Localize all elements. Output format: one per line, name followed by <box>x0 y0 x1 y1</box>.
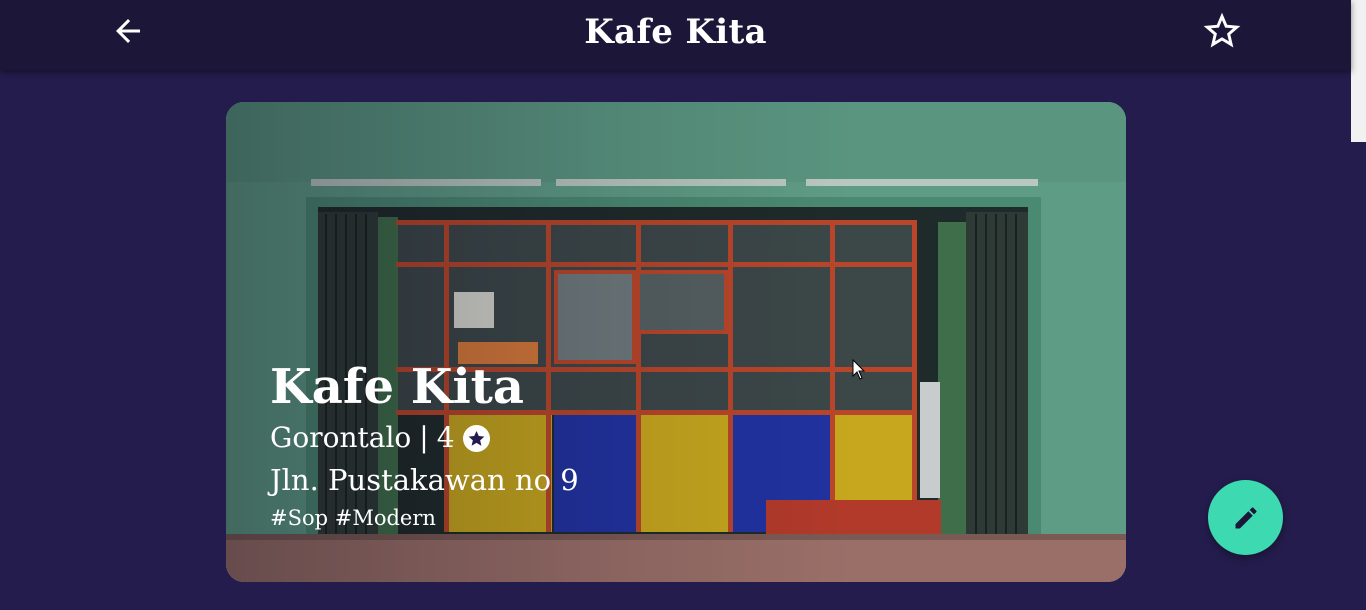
app-bar: Kafe Kita <box>0 0 1351 70</box>
scrollbar-thumb[interactable] <box>1351 0 1366 142</box>
place-tags: #Sop #Modern <box>270 506 436 530</box>
place-city: Gorontalo <box>270 421 412 454</box>
edit-button[interactable] <box>1208 480 1283 555</box>
meta-separator: | <box>419 421 429 454</box>
place-rating: 4 <box>436 421 455 454</box>
star-circle-icon <box>462 424 490 452</box>
star-outline-icon <box>1203 12 1241 48</box>
place-info: Kafe Kita Gorontalo | 4 Jln. Pustakawan … <box>270 357 579 535</box>
place-card[interactable]: Kafe Kita Gorontalo | 4 Jln. Pustakawan … <box>226 102 1126 582</box>
mouse-cursor-icon <box>852 359 866 380</box>
place-name: Kafe Kita <box>270 359 524 415</box>
place-address: Jln. Pustakawan no 9 <box>270 463 579 497</box>
page-title: Kafe Kita <box>584 12 767 52</box>
pencil-edit-icon <box>1235 506 1257 528</box>
favorite-button[interactable] <box>1200 9 1244 53</box>
place-meta: Gorontalo | 4 <box>270 417 579 459</box>
